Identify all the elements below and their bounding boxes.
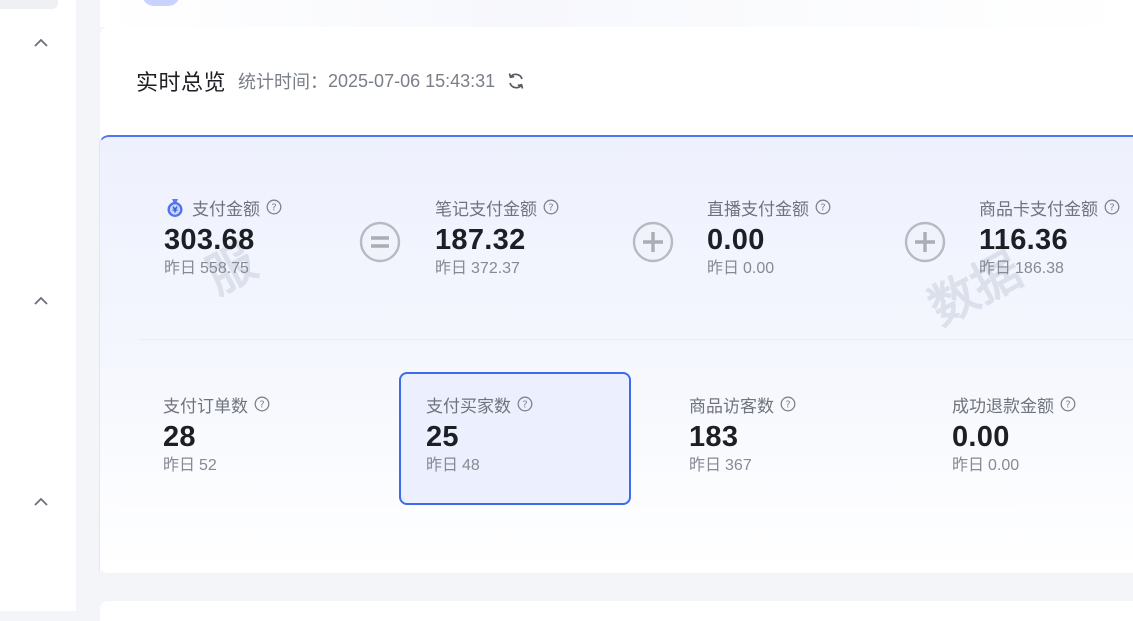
metric-live-pay-amount[interactable]: 直播支付金额 ? 0.00 昨日 0.00 [707, 196, 831, 280]
yesterday-label: 昨日 [952, 457, 985, 474]
yesterday-label: 昨日 [426, 457, 459, 474]
metric-value: 0.00 [952, 421, 1010, 453]
stat-time-value: 2025-07-06 15:43:31 [328, 70, 496, 91]
metric-label: 支付订单数 [163, 396, 248, 416]
yesterday-value: 0.00 [988, 457, 1020, 474]
metric-product-visitors[interactable]: 商品访客数 ? 183 昨日 367 [689, 393, 796, 477]
refresh-icon[interactable] [505, 70, 527, 92]
overview-header: 实时总览 统计时间： 2025-07-06 15:43:31 [136, 66, 527, 96]
metric-value: 303.68 [164, 224, 255, 256]
metric-label: 商品访客数 [689, 396, 774, 416]
metric-note-pay-amount[interactable]: 笔记支付金额 ? 187.32 昨日 372.37 [435, 196, 559, 280]
metric-label: 支付金额 [192, 199, 260, 219]
chevron-up-icon[interactable] [32, 292, 50, 310]
svg-text:¥: ¥ [172, 206, 178, 215]
plus-circle-icon [904, 221, 946, 263]
yesterday-label: 昨日 [435, 260, 468, 277]
next-section-panel [100, 601, 1133, 621]
metric-value: 183 [689, 421, 739, 453]
yesterday-value: 372.37 [471, 260, 520, 277]
page-title: 实时总览 [136, 70, 227, 95]
yesterday-value: 186.38 [1015, 260, 1064, 277]
yesterday-value: 0.00 [743, 260, 775, 277]
question-circle-icon[interactable]: ? [1060, 396, 1076, 412]
money-bag-icon: ¥ [164, 196, 186, 218]
question-circle-icon[interactable]: ? [266, 199, 282, 215]
svg-text:?: ? [1109, 203, 1114, 214]
metric-label: 直播支付金额 [707, 199, 809, 219]
metric-yesterday: 昨日 558.75 [164, 258, 282, 280]
row-divider [140, 339, 1133, 340]
yesterday-label: 昨日 [707, 260, 740, 277]
previous-section-strip [100, 0, 1133, 27]
side-rail [0, 0, 76, 611]
metric-pay-orders[interactable]: 支付订单数 ? 28 昨日 52 [163, 393, 270, 477]
chevron-up-icon[interactable] [32, 34, 50, 52]
svg-text:?: ? [1065, 400, 1070, 411]
svg-text:?: ? [785, 400, 790, 411]
yesterday-label: 昨日 [689, 457, 722, 474]
metric-value: 28 [163, 421, 196, 453]
yesterday-value: 52 [199, 457, 217, 474]
metric-yesterday: 昨日 0.00 [707, 258, 831, 280]
plus-circle-icon [632, 221, 674, 263]
yesterday-value: 558.75 [200, 260, 249, 277]
metric-yesterday: 昨日 367 [689, 455, 796, 477]
metric-label: 商品卡支付金额 [979, 199, 1098, 219]
metric-pay-amount[interactable]: ¥ 支付金额 ? 303.68 昨日 558.75 [164, 196, 282, 280]
metric-value: 0.00 [707, 224, 765, 256]
yesterday-label: 昨日 [164, 260, 197, 277]
metric-refund-amount[interactable]: 成功退款金额 ? 0.00 昨日 0.00 [952, 393, 1076, 477]
yesterday-label: 昨日 [163, 457, 196, 474]
svg-text:?: ? [522, 400, 527, 411]
question-circle-icon[interactable]: ? [780, 396, 796, 412]
metric-product-card-pay-amount[interactable]: 商品卡支付金额 ? 116.36 昨日 186.38 [979, 196, 1120, 280]
metric-value: 25 [426, 421, 459, 453]
yesterday-value: 48 [462, 457, 480, 474]
metric-label: 支付买家数 [426, 396, 511, 416]
metric-label: 成功退款金额 [952, 396, 1054, 416]
svg-text:?: ? [271, 203, 276, 214]
question-circle-icon[interactable]: ? [543, 199, 559, 215]
question-circle-icon[interactable]: ? [815, 199, 831, 215]
chevron-up-icon[interactable] [32, 493, 50, 511]
rail-tab[interactable] [0, 0, 58, 9]
metric-value: 187.32 [435, 224, 526, 256]
metric-pay-buyers[interactable]: 支付买家数 ? 25 昨日 48 [426, 393, 533, 477]
stat-time-label: 统计时间： [238, 72, 329, 92]
equals-circle-icon [359, 221, 401, 263]
svg-text:?: ? [820, 203, 825, 214]
metric-yesterday: 昨日 48 [426, 455, 533, 477]
metric-yesterday: 昨日 0.00 [952, 455, 1076, 477]
svg-text:?: ? [259, 400, 264, 411]
question-circle-icon[interactable]: ? [254, 396, 270, 412]
metric-yesterday: 昨日 52 [163, 455, 270, 477]
svg-text:?: ? [548, 203, 553, 214]
yesterday-label: 昨日 [979, 260, 1012, 277]
yesterday-value: 367 [725, 457, 752, 474]
metric-yesterday: 昨日 372.37 [435, 258, 559, 280]
metric-yesterday: 昨日 186.38 [979, 258, 1120, 280]
question-circle-icon[interactable]: ? [1104, 199, 1120, 215]
decorative-shape [142, 0, 180, 6]
metric-value: 116.36 [979, 224, 1068, 256]
metric-label: 笔记支付金额 [435, 199, 537, 219]
question-circle-icon[interactable]: ? [517, 396, 533, 412]
